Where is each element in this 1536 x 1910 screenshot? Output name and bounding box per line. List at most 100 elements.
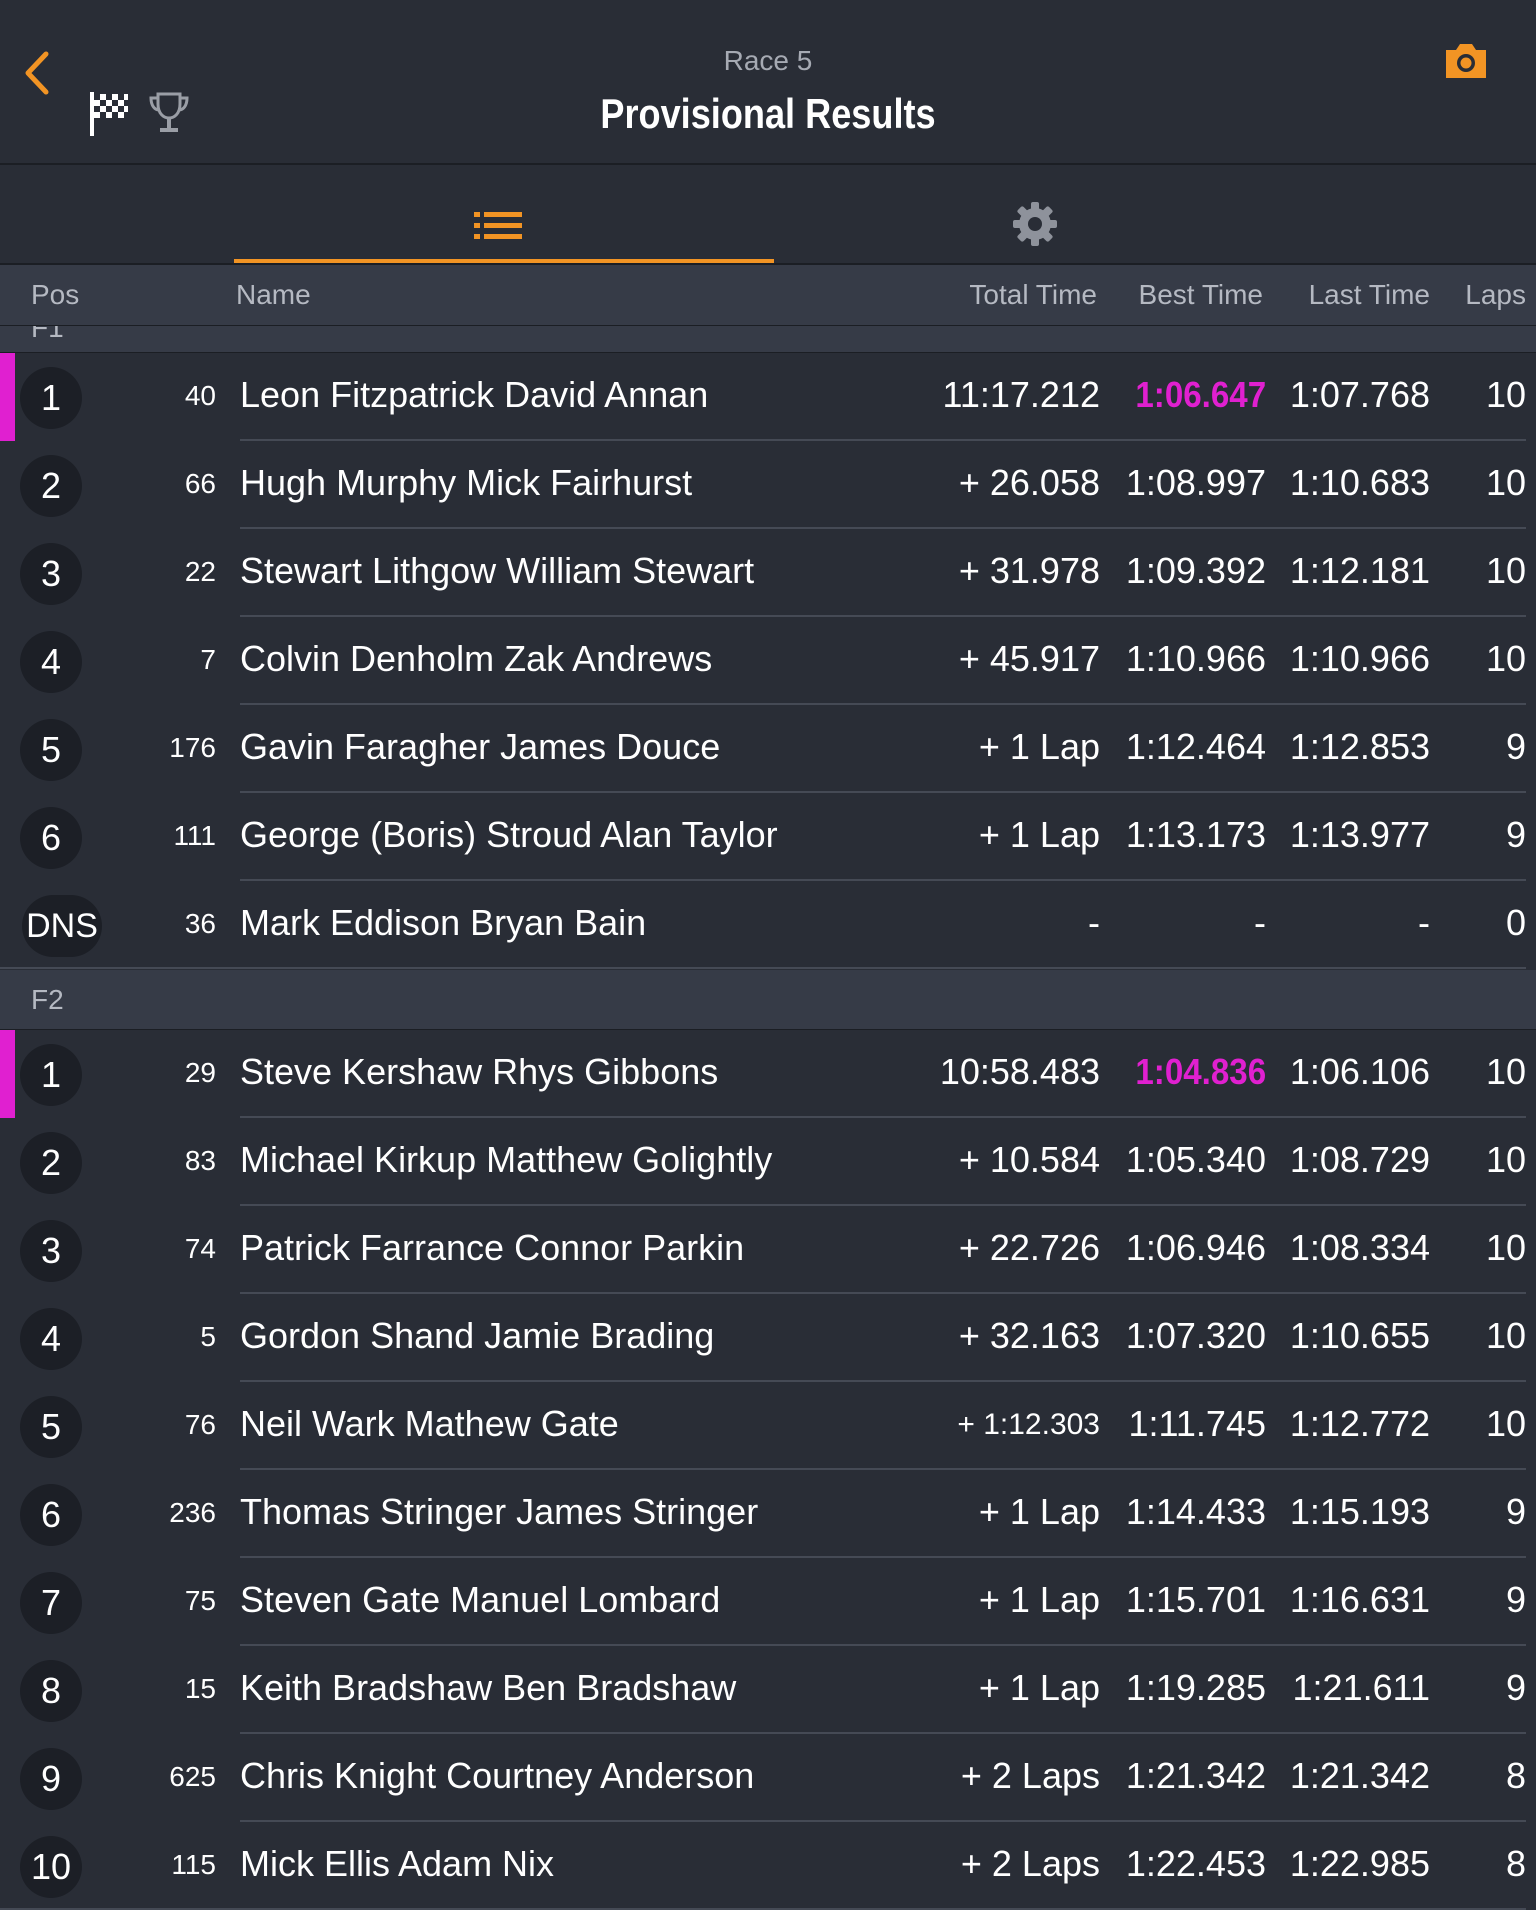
- car-number: 111: [173, 820, 216, 851]
- position-badge: 5: [20, 1396, 82, 1458]
- last-time: 1:12.853: [1289, 726, 1430, 767]
- total-time: 11:17.212: [942, 374, 1100, 415]
- total-time: + 1 Lap: [978, 1667, 1100, 1708]
- car-number: 40: [184, 380, 216, 411]
- column-laps[interactable]: Laps: [1465, 279, 1526, 311]
- car-number: 74: [184, 1233, 216, 1264]
- car-number: 236: [169, 1497, 216, 1528]
- result-row[interactable]: 2 83 Michael Kirkup Matthew Golightly + 10.…: [0, 1118, 1536, 1206]
- leader-indicator: [0, 1030, 15, 1118]
- laps-count: 10: [1485, 1139, 1526, 1180]
- laps-count: 10: [1485, 550, 1526, 591]
- class-group-label: F1: [31, 326, 64, 343]
- position-badge: 6: [20, 807, 82, 869]
- position-badge: 4: [20, 631, 82, 693]
- position-badge: 5: [20, 719, 82, 781]
- list-icon: [474, 212, 522, 239]
- car-number: 625: [169, 1761, 216, 1792]
- car-number: 83: [184, 1145, 216, 1176]
- laps-count: 8: [1505, 1843, 1526, 1884]
- result-row[interactable]: 1 40 Leon Fitzpatrick David Annan 11:17.212…: [0, 353, 1536, 441]
- car-number: 7: [200, 644, 216, 675]
- laps-count: 10: [1485, 638, 1526, 679]
- page-title: Provisional Results: [600, 90, 936, 137]
- result-row[interactable]: 3 22 Stewart Lithgow William Stewart + 31.9…: [0, 529, 1536, 617]
- driver-names: Hugh Murphy Mick Fairhurst: [240, 462, 693, 503]
- result-row[interactable]: DNS 36 Mark Eddison Bryan Bain - - - 0: [0, 881, 1536, 969]
- total-time: -: [1088, 902, 1100, 943]
- total-time: 10:58.483: [939, 1051, 1100, 1092]
- result-row[interactable]: 1 29 Steve Kershaw Rhys Gibbons 10:58.483 1:…: [0, 1030, 1536, 1118]
- driver-names: Gavin Faragher James Douce: [240, 726, 721, 767]
- position-badge: 3: [20, 1220, 82, 1282]
- column-last-time[interactable]: Last Time: [1309, 279, 1430, 311]
- result-row[interactable]: 3 74 Patrick Farrance Connor Parkin + 22.72…: [0, 1206, 1536, 1294]
- nav-header: Race 5 Provisional Results: [0, 0, 1536, 165]
- total-time: + 1 Lap: [978, 814, 1100, 855]
- camera-icon[interactable]: [1442, 40, 1490, 82]
- position-badge: DNS: [22, 895, 102, 957]
- result-row[interactable]: 7 75 Steven Gate Manuel Lombard + 1 Lap 1:15…: [0, 1558, 1536, 1646]
- result-row[interactable]: 2 66 Hugh Murphy Mick Fairhurst + 26.058 1:0…: [0, 441, 1536, 529]
- result-row[interactable]: 5 76 Neil Wark Mathew Gate + 1:12.303 1:11.7…: [0, 1382, 1536, 1470]
- result-row[interactable]: 6 111 George (Boris) Stroud Alan Taylor + 1…: [0, 793, 1536, 881]
- tab-settings[interactable]: [780, 165, 1290, 263]
- result-row[interactable]: 6 236 Thomas Stringer James Stringer + 1 La…: [0, 1470, 1536, 1558]
- column-best-time[interactable]: Best Time: [1139, 279, 1263, 311]
- last-time: 1:12.181: [1289, 550, 1430, 591]
- position-badge: 1: [20, 1044, 82, 1106]
- tab-bar: [0, 165, 1536, 265]
- laps-count: 9: [1505, 814, 1526, 855]
- total-time: + 32.163: [958, 1315, 1100, 1356]
- last-time: 1:10.966: [1289, 638, 1430, 679]
- best-time: 1:11.745: [1128, 1403, 1266, 1444]
- car-number: 75: [184, 1585, 216, 1616]
- result-row[interactable]: 9 625 Chris Knight Courtney Anderson + 2 La…: [0, 1734, 1536, 1822]
- total-time: + 1:12.303: [957, 1408, 1100, 1441]
- tab-results-list[interactable]: [234, 165, 774, 263]
- position-badge: 10: [20, 1836, 82, 1898]
- last-time: 1:13.977: [1289, 814, 1430, 855]
- laps-count: 8: [1505, 1755, 1526, 1796]
- total-time: + 10.584: [958, 1139, 1100, 1180]
- laps-count: 0: [1505, 902, 1526, 943]
- driver-names: Steve Kershaw Rhys Gibbons: [240, 1051, 719, 1092]
- driver-names: Michael Kirkup Matthew Golightly: [240, 1139, 773, 1180]
- driver-names: Colvin Denholm Zak Andrews: [240, 638, 713, 679]
- car-number: 76: [184, 1409, 216, 1440]
- position-badge: 6: [20, 1484, 82, 1546]
- last-time: 1:21.342: [1289, 1755, 1430, 1796]
- best-time: 1:21.342: [1125, 1755, 1266, 1796]
- total-time: + 1 Lap: [978, 726, 1100, 767]
- driver-names: Mick Ellis Adam Nix: [240, 1843, 555, 1884]
- result-row[interactable]: 4 7 Colvin Denholm Zak Andrews + 45.917 1:10…: [0, 617, 1536, 705]
- laps-count: 9: [1505, 1491, 1526, 1532]
- best-time: 1:14.433: [1125, 1491, 1266, 1532]
- result-row[interactable]: 5 176 Gavin Faragher James Douce + 1 Lap 1:1…: [0, 705, 1536, 793]
- laps-count: 10: [1485, 374, 1526, 415]
- race-subtitle: Race 5: [723, 45, 813, 76]
- car-number: 66: [184, 468, 216, 499]
- best-time: 1:13.173: [1125, 814, 1266, 855]
- driver-names: Neil Wark Mathew Gate: [240, 1403, 619, 1444]
- total-time: + 22.726: [958, 1227, 1100, 1268]
- gear-icon: [1013, 202, 1057, 246]
- total-time: + 1 Lap: [978, 1579, 1100, 1620]
- best-time: 1:10.966: [1125, 638, 1266, 679]
- result-row[interactable]: 8 15 Keith Bradshaw Ben Bradshaw + 1 Lap 1:1…: [0, 1646, 1536, 1734]
- last-time: 1:07.768: [1289, 374, 1430, 415]
- column-total-time[interactable]: Total Time: [969, 279, 1097, 311]
- total-time: + 31.978: [958, 550, 1100, 591]
- car-number: 5: [200, 1321, 216, 1352]
- last-time: 1:08.729: [1289, 1139, 1430, 1180]
- best-time: 1:04.836: [1135, 1051, 1266, 1092]
- laps-count: 10: [1485, 1227, 1526, 1268]
- column-name[interactable]: Name: [236, 279, 311, 311]
- column-pos[interactable]: Pos: [31, 279, 79, 311]
- column-header-row: Pos Name Total Time Best Time Last Time …: [0, 265, 1536, 326]
- car-number: 36: [184, 908, 216, 939]
- leader-indicator: [0, 353, 15, 441]
- result-row[interactable]: 10 115 Mick Ellis Adam Nix + 2 Laps 1:22.453…: [0, 1822, 1536, 1910]
- last-time: 1:10.683: [1289, 462, 1430, 503]
- result-row[interactable]: 4 5 Gordon Shand Jamie Brading + 32.163 1:07…: [0, 1294, 1536, 1382]
